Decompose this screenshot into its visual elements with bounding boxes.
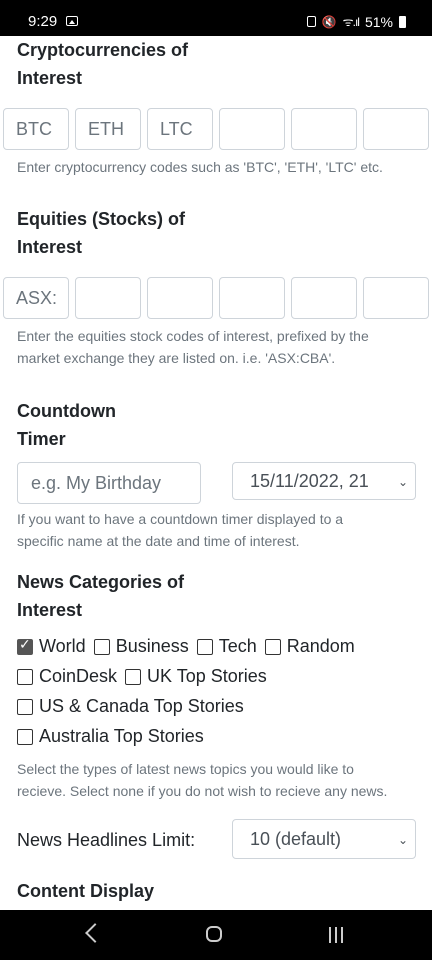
news-option-coindesk[interactable]: CoinDesk [17,666,117,687]
crypto-code-input-3[interactable]: LTC [147,108,213,150]
news-option-business[interactable]: Business [93,636,189,657]
news-option-label: Australia Top Stories [39,726,204,746]
crypto-code-input-4[interactable] [219,108,285,150]
news-option-uk-top-stories[interactable]: UK Top Stories [125,666,267,687]
status-bar: 9:29 🔇 ᯤ.ıl 51% [0,0,432,36]
battery-icon [399,15,406,28]
checkbox-icon[interactable] [17,668,33,685]
chevron-down-icon: ⌄ [397,475,408,489]
recent-apps-icon[interactable] [329,927,343,943]
equities-title-line1: Equities (Stocks) of [17,209,186,229]
news-option-label: Business [115,636,189,656]
news-option-label: World [39,636,86,656]
countdown-datetime-value: 15/11/2022, 21 [250,471,369,491]
news-option-label: CoinDesk [39,666,118,686]
news-option-world[interactable]: World [17,636,86,657]
gallery-notification-icon [66,16,78,26]
equities-help-line2: market exchange they are listed on. i.e.… [17,350,336,366]
countdown-section-title: Countdown Timer [17,397,116,453]
checkbox-icon[interactable] [264,638,281,655]
countdown-title-line2: Timer [17,429,66,449]
crypto-code-input-2[interactable]: ETH [75,108,141,150]
checkbox-icon[interactable] [17,698,33,715]
news-option-australia-top-stories[interactable]: Australia Top Stories [17,726,204,747]
headlines-limit-value: 10 (default) [250,829,342,849]
settings-form: Cryptocurrencies of Interest BTC ETH LTC… [0,36,432,910]
home-icon[interactable] [206,926,222,942]
status-time: 9:29 [28,13,58,30]
countdown-help-line1: If you want to have a countdown timer di… [17,511,344,527]
equity-code-input-3[interactable] [147,277,213,319]
countdown-help-text: If you want to have a countdown timer di… [17,508,343,552]
battery-percent: 51% [364,13,393,30]
checkbox-icon[interactable] [196,638,213,655]
news-title-line1: News Categories of [17,572,185,592]
content-display-title: Content Display [17,881,155,901]
news-option-us-canada-top-stories[interactable]: US & Canada Top Stories [17,696,244,717]
news-option-label: US & Canada Top Stories [39,696,244,716]
crypto-help-text: Enter cryptocurrency codes such as 'BTC'… [17,159,383,175]
crypto-section-title: Cryptocurrencies of Interest [17,36,188,92]
equities-help-text: Enter the equities stock codes of intere… [17,325,369,369]
news-checkbox-row-2: CoinDesk UK Top Stories [17,666,275,687]
countdown-name-input[interactable]: e.g. My Birthday [17,462,201,504]
news-option-random[interactable]: Random [264,636,355,657]
lock-icon [306,16,316,27]
checkbox-checked-icon[interactable] [17,636,33,655]
wifi-signal-icon: ᯤ.ıl [342,15,360,29]
news-section-title: News Categories of Interest [17,568,184,624]
equities-help-line1: Enter the equities stock codes of intere… [17,328,369,344]
countdown-datetime-picker[interactable]: 15/11/2022, 21 ⌄ [232,462,416,500]
headlines-limit-select[interactable]: 10 (default) ⌄ [232,819,416,859]
news-help-line1: Select the types of latest news topics y… [17,761,354,777]
news-option-label: Random [286,636,355,656]
news-checkbox-row-3: US & Canada Top Stories [17,696,252,717]
checkbox-icon[interactable] [17,728,33,745]
status-icons: 🔇 ᯤ.ıl 51% [306,13,406,30]
news-title-line2: Interest [17,600,83,620]
crypto-title-line1: Cryptocurrencies of [17,40,189,60]
countdown-title-line1: Countdown [17,401,116,421]
news-option-label: Tech [218,636,257,656]
equity-code-input-4[interactable] [219,277,285,319]
crypto-code-input-6[interactable] [363,108,429,150]
news-checkbox-row-1: World Business Tech Random [17,636,363,657]
news-option-tech[interactable]: Tech [196,636,257,657]
headlines-limit-label: News Headlines Limit: [17,830,196,850]
news-help-text: Select the types of latest news topics y… [17,758,387,802]
checkbox-icon[interactable] [125,668,142,685]
news-checkbox-row-4: Australia Top Stories [17,726,212,747]
countdown-help-line2: specific name at the date and time of in… [17,533,300,549]
equities-section-title: Equities (Stocks) of Interest [17,205,185,261]
crypto-title-line2: Interest [17,68,83,88]
mute-icon: 🔇 [321,14,337,29]
equity-code-input-5[interactable] [291,277,357,319]
checkbox-icon[interactable] [93,638,110,655]
system-nav-bar [0,910,432,960]
equity-code-input-6[interactable] [363,277,429,319]
news-help-line2: recieve. Select none if you do not wish … [17,783,388,799]
equity-code-input-2[interactable] [75,277,141,319]
equity-code-input-1[interactable]: ASX: [3,277,69,319]
crypto-code-input-1[interactable]: BTC [3,108,69,150]
equities-title-line2: Interest [17,237,83,257]
news-option-label: UK Top Stories [147,666,267,686]
chevron-down-icon: ⌄ [397,833,408,847]
back-icon[interactable] [85,923,105,943]
crypto-code-input-5[interactable] [291,108,357,150]
